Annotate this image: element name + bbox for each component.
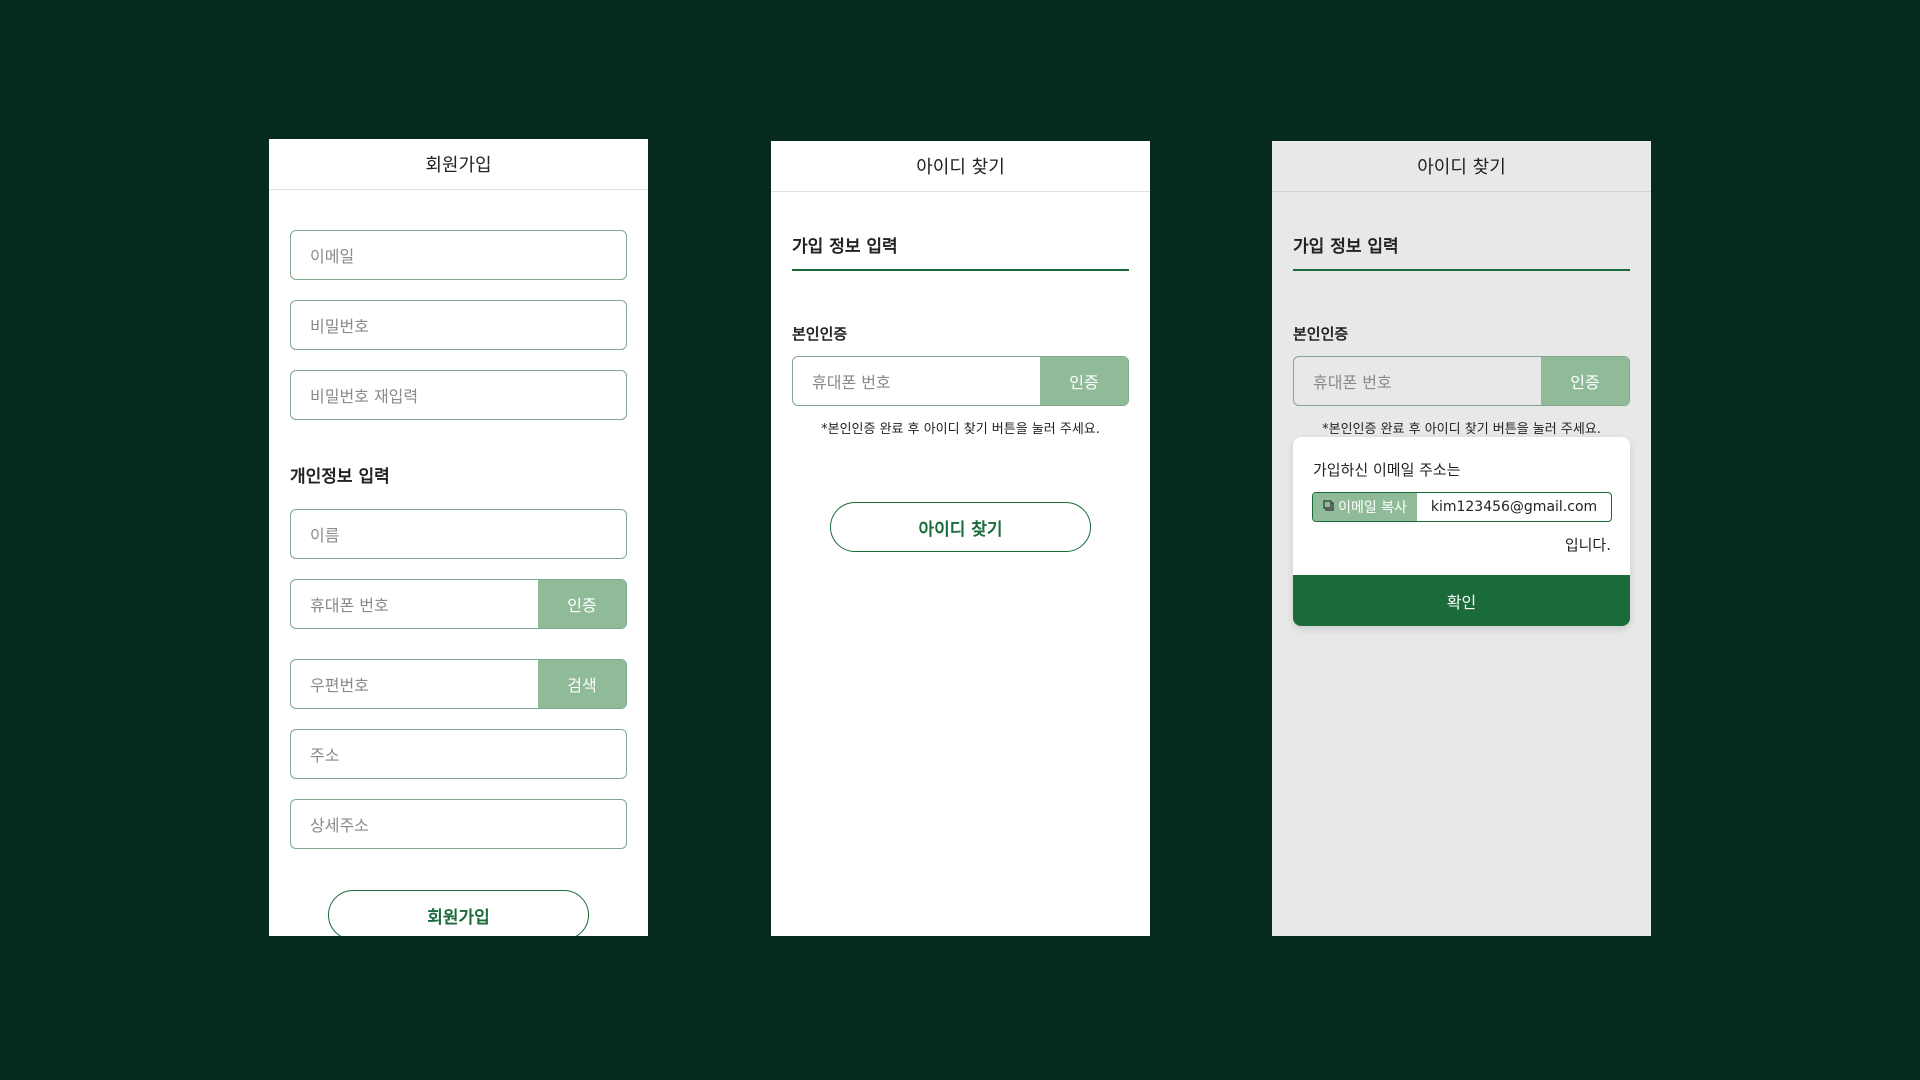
copy-icon bbox=[1323, 499, 1334, 515]
phone-input[interactable]: 휴대폰 번호 bbox=[1294, 369, 1541, 393]
password-placeholder: 비밀번호 bbox=[310, 317, 369, 336]
copy-email-button[interactable]: 이메일 복사 bbox=[1313, 493, 1417, 521]
find-id-header: 아이디 찾기 bbox=[771, 141, 1150, 192]
password-confirm-input[interactable]: 비밀번호 재입력 bbox=[290, 370, 627, 420]
address-input[interactable]: 주소 bbox=[290, 729, 627, 779]
search-button[interactable]: 검색 bbox=[538, 660, 626, 708]
verification-label: 본인인증 bbox=[792, 325, 848, 343]
result-message: 가입하신 이메일 주소는 bbox=[1313, 461, 1461, 479]
phone-field: 휴대폰 번호 인증 bbox=[290, 579, 627, 629]
signup-screen: 회원가입 이메일 비밀번호 비밀번호 재입력 개인정보 입력 이름 휴대폰 번호… bbox=[269, 139, 648, 936]
phone-field: 휴대폰 번호 인증 bbox=[1293, 356, 1630, 406]
result-dialog: 가입하신 이메일 주소는 이메일 복사 kim123456@gmail.com … bbox=[1293, 437, 1630, 626]
password-confirm-placeholder: 비밀번호 재입력 bbox=[310, 387, 419, 406]
name-placeholder: 이름 bbox=[310, 526, 340, 545]
phone-field: 휴대폰 번호 인증 bbox=[792, 356, 1129, 406]
result-suffix: 입니다. bbox=[1564, 536, 1611, 554]
signup-header: 회원가입 bbox=[269, 139, 648, 190]
page-title: 아이디 찾기 bbox=[1417, 157, 1506, 178]
zipcode-field: 우편번호 검색 bbox=[290, 659, 627, 709]
verification-hint: *본인인증 완료 후 아이디 찾기 버튼을 눌러 주세요. bbox=[1322, 422, 1601, 437]
page-title: 회원가입 bbox=[425, 155, 492, 176]
find-id-result-screen: 아이디 찾기 가입 정보 입력 본인인증 휴대폰 번호 인증 *본인인증 완료 … bbox=[1272, 141, 1651, 936]
verification-label: 본인인증 bbox=[1293, 325, 1349, 343]
phone-input[interactable]: 휴대폰 번호 bbox=[793, 369, 1040, 393]
copy-email-label: 이메일 복사 bbox=[1338, 500, 1407, 516]
page-title: 아이디 찾기 bbox=[916, 157, 1005, 178]
find-id-button[interactable]: 아이디 찾기 bbox=[830, 502, 1091, 552]
phone-input[interactable]: 휴대폰 번호 bbox=[291, 592, 538, 616]
tab-signup-info[interactable]: 가입 정보 입력 bbox=[792, 232, 1129, 271]
verify-button[interactable]: 인증 bbox=[538, 580, 626, 628]
email-result-box: 이메일 복사 kim123456@gmail.com bbox=[1312, 492, 1612, 522]
verify-button[interactable]: 인증 bbox=[1040, 357, 1128, 405]
email-input[interactable]: 이메일 bbox=[290, 230, 627, 280]
verification-hint: *본인인증 완료 후 아이디 찾기 버튼을 눌러 주세요. bbox=[821, 422, 1100, 437]
found-email: kim123456@gmail.com bbox=[1430, 499, 1598, 515]
zipcode-input[interactable]: 우편번호 bbox=[291, 672, 538, 696]
address-detail-input[interactable]: 상세주소 bbox=[290, 799, 627, 849]
address-placeholder: 주소 bbox=[310, 746, 340, 765]
verify-button[interactable]: 인증 bbox=[1541, 357, 1629, 405]
tab-signup-info[interactable]: 가입 정보 입력 bbox=[1293, 232, 1630, 271]
find-id-screen: 아이디 찾기 가입 정보 입력 본인인증 휴대폰 번호 인증 *본인인증 완료 … bbox=[771, 141, 1150, 936]
confirm-button[interactable]: 확인 bbox=[1293, 575, 1630, 626]
personal-info-heading: 개인정보 입력 bbox=[290, 467, 390, 487]
address-detail-placeholder: 상세주소 bbox=[310, 816, 369, 835]
password-input[interactable]: 비밀번호 bbox=[290, 300, 627, 350]
email-placeholder: 이메일 bbox=[310, 247, 355, 266]
name-input[interactable]: 이름 bbox=[290, 509, 627, 559]
find-id-header: 아이디 찾기 bbox=[1272, 141, 1651, 192]
signup-button[interactable]: 회원가입 bbox=[328, 890, 589, 936]
